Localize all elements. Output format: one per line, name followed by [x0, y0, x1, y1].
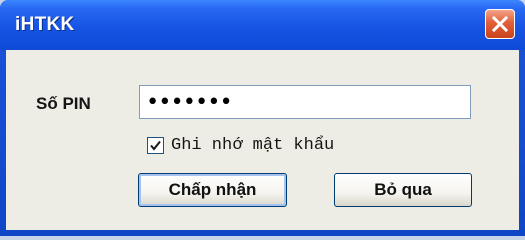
pin-input[interactable]: [139, 85, 471, 119]
close-icon: [491, 15, 509, 33]
dialog-body: Số PIN Ghi nhớ mật khẩu Chấp nhận Bỏ qua: [6, 50, 519, 230]
window-title: iHTKK: [15, 14, 75, 35]
checkmark-icon: [150, 140, 161, 151]
accept-button[interactable]: Chấp nhận: [138, 173, 287, 207]
remember-password-label: Ghi nhớ mật khẩu: [171, 136, 335, 155]
cancel-button[interactable]: Bỏ qua: [334, 173, 472, 207]
remember-password-option[interactable]: Ghi nhớ mật khẩu: [147, 136, 334, 155]
title-bar[interactable]: iHTKK: [0, 0, 525, 50]
dialog-window: iHTKK Số PIN Ghi nhớ mật khẩu Chấp nhận …: [0, 0, 525, 236]
close-button[interactable]: [485, 9, 515, 39]
pin-label: Số PIN: [36, 94, 91, 113]
remember-password-checkbox[interactable]: [147, 137, 164, 154]
